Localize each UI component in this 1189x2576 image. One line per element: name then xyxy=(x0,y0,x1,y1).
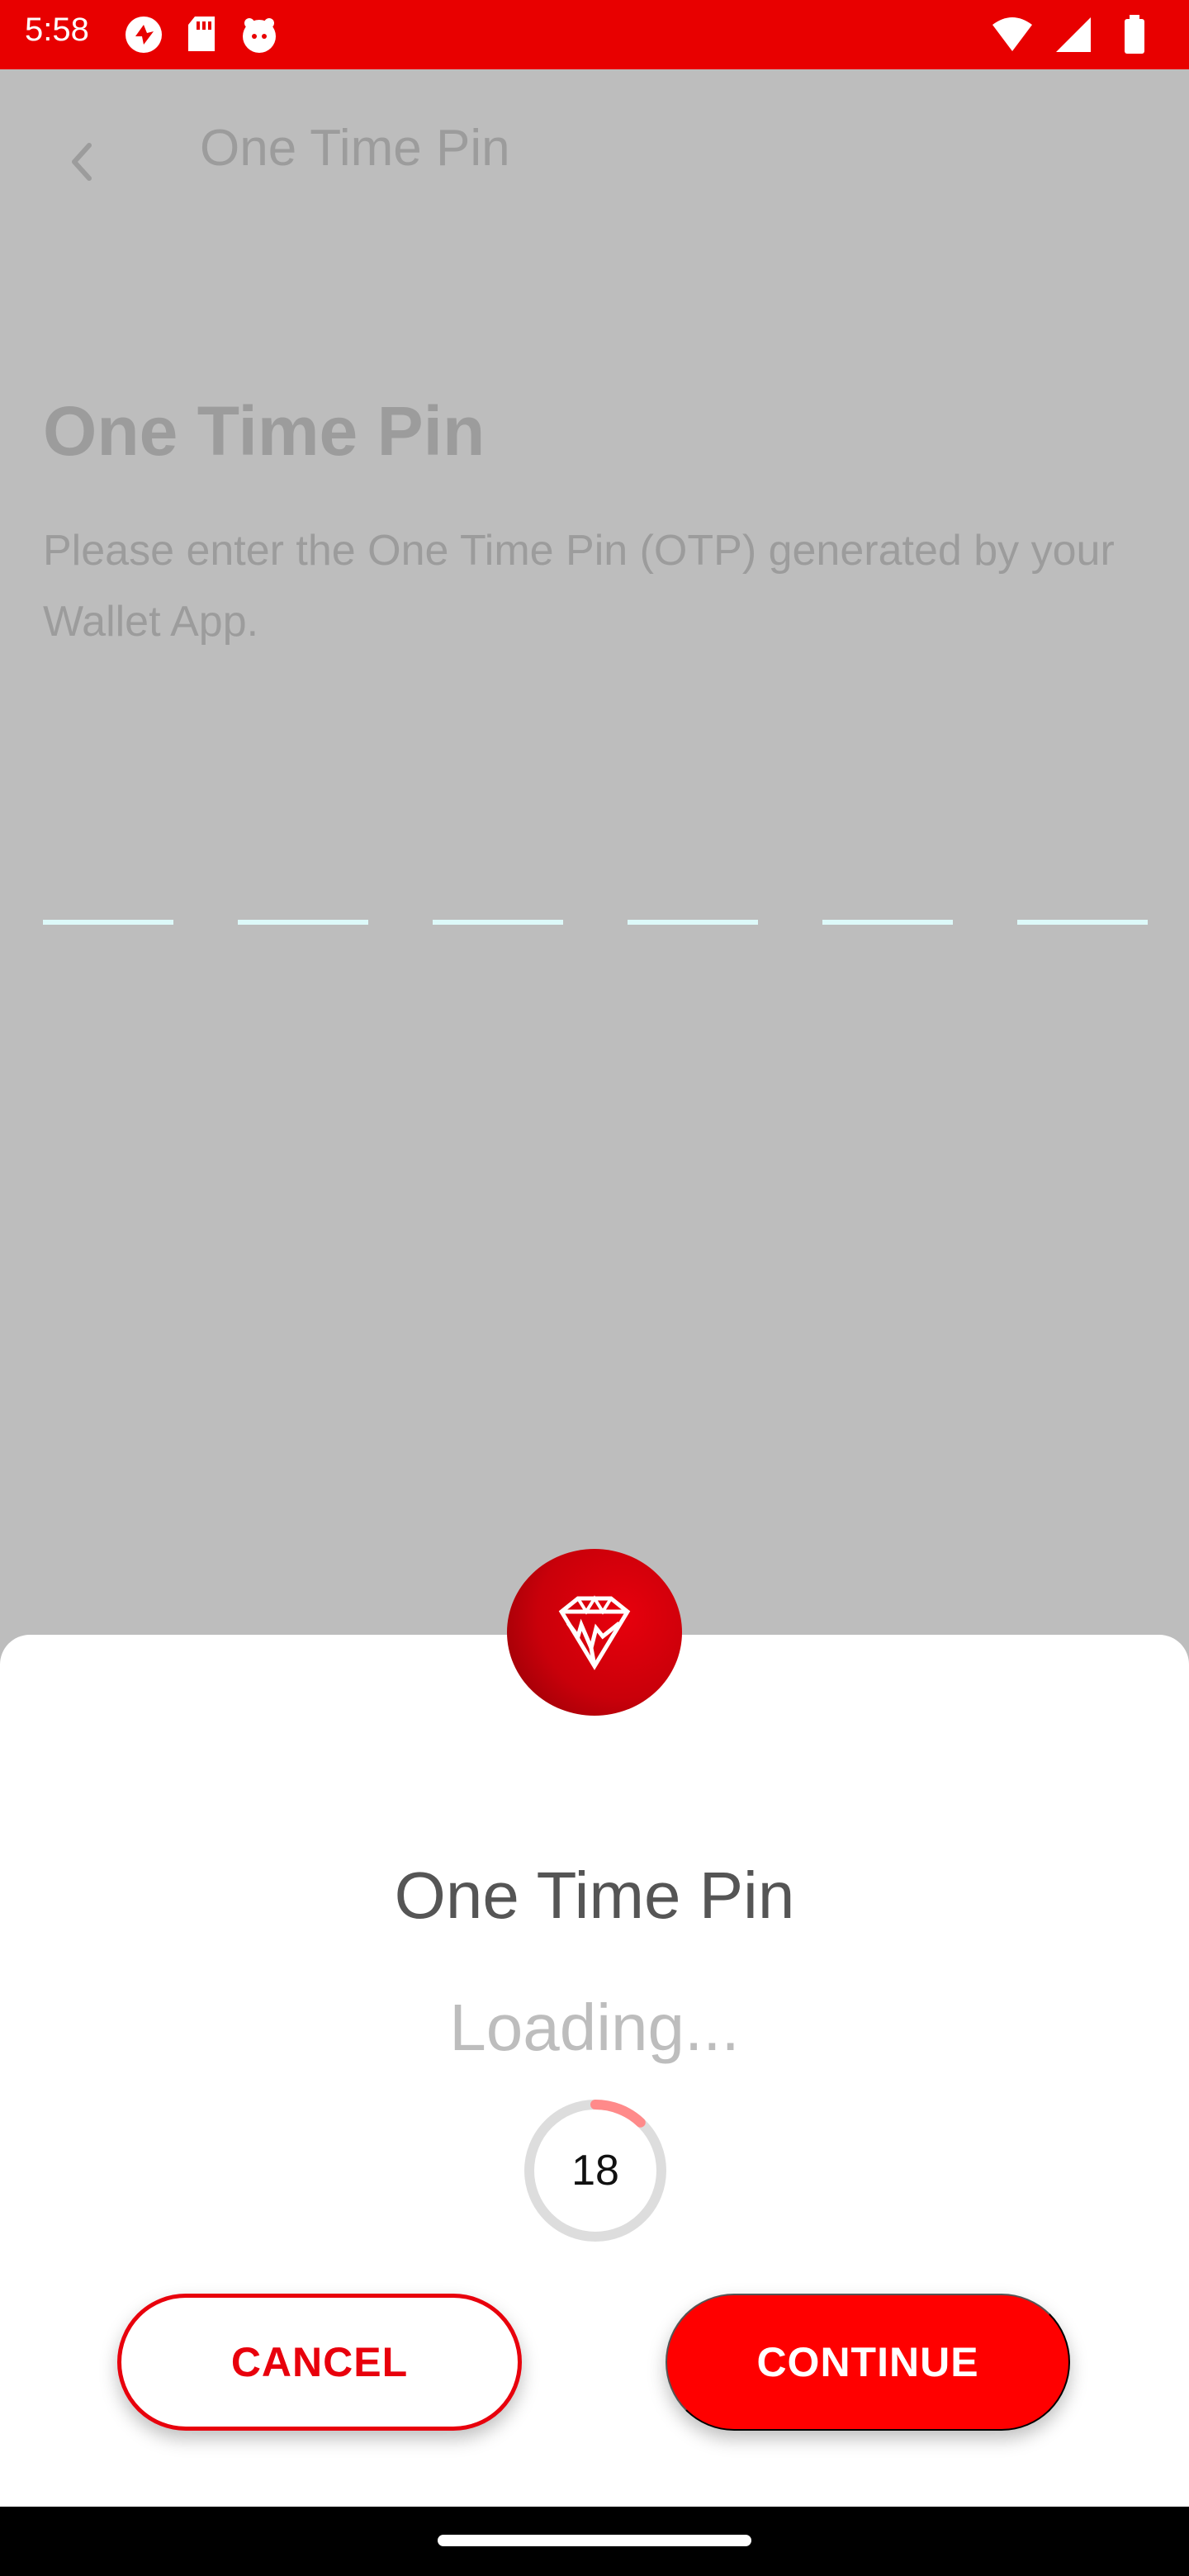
otp-digit-field-6[interactable] xyxy=(1017,920,1148,925)
sheet-title: One Time Pin xyxy=(394,1859,795,1932)
page-description: Please enter the One Time Pin (OTP) gene… xyxy=(43,527,1115,646)
back-arrow-icon[interactable] xyxy=(63,135,102,188)
otp-digit-field-3[interactable] xyxy=(433,920,563,925)
status-left-icons xyxy=(122,13,281,56)
navigation-bar xyxy=(0,2507,1189,2576)
battery-icon xyxy=(1113,13,1156,56)
status-time: 5:58 xyxy=(25,12,89,48)
diamond-logo-icon xyxy=(507,1549,682,1716)
otp-digit-field-2[interactable] xyxy=(238,920,368,925)
sd-card-icon xyxy=(180,13,223,56)
cancel-button[interactable]: CANCEL xyxy=(117,2294,522,2431)
otp-screen-background: One Time Pin One Time Pin Please enter t… xyxy=(0,69,1189,1635)
otp-digit-field-5[interactable] xyxy=(822,920,953,925)
otp-digit-field-1[interactable] xyxy=(43,920,173,925)
otp-digit-field-4[interactable] xyxy=(628,920,758,925)
status-right-icons xyxy=(991,13,1156,56)
app-face-icon xyxy=(238,13,281,56)
page-title: One Time Pin xyxy=(43,392,486,470)
otp-input-row xyxy=(43,920,1148,925)
home-gesture-handle[interactable] xyxy=(438,2535,751,2546)
loading-text: Loading... xyxy=(449,1991,740,2064)
countdown-value: 18 xyxy=(571,2147,619,2195)
signal-icon xyxy=(1052,13,1095,56)
sync-icon xyxy=(122,13,165,56)
continue-button[interactable]: CONTINUE xyxy=(666,2294,1070,2431)
status-bar: 5:58 xyxy=(0,0,1189,69)
wifi-icon xyxy=(991,13,1034,56)
toolbar-title: One Time Pin xyxy=(200,120,510,177)
